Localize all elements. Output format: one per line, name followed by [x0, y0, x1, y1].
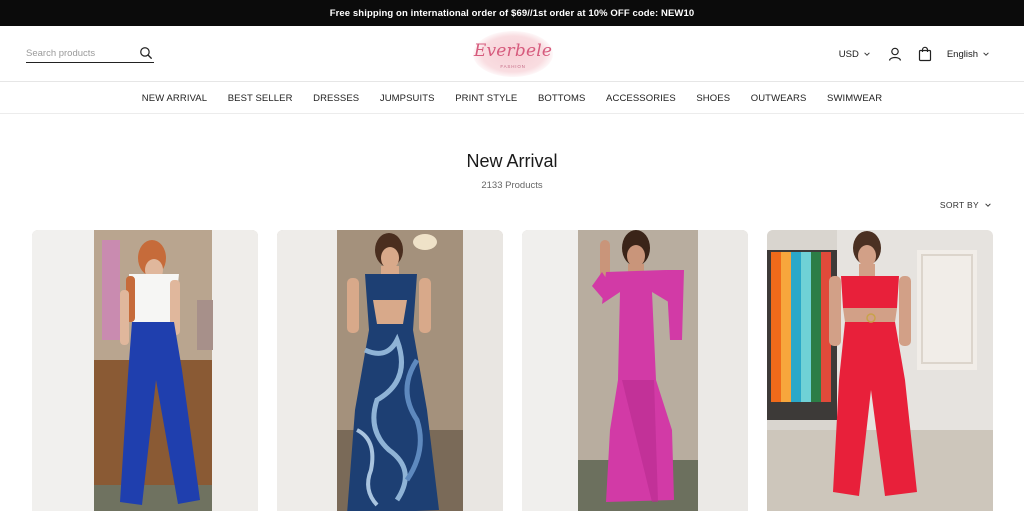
currency-label: USD [838, 48, 859, 60]
nav-item-accessories[interactable]: ACCESSORIES [606, 93, 676, 104]
product-card[interactable] [32, 230, 258, 511]
product-card[interactable] [522, 230, 748, 511]
bag-icon[interactable] [917, 46, 933, 62]
product-image[interactable] [32, 230, 258, 511]
chevron-down-icon [864, 52, 870, 56]
language-selector[interactable]: English [947, 49, 990, 60]
header-tools: USD English [839, 44, 990, 64]
search-icon[interactable] [139, 46, 153, 60]
product-image[interactable] [522, 230, 748, 511]
chevron-down-icon [985, 203, 991, 207]
logo[interactable]: Everbele FASHION [471, 29, 555, 79]
nav-item-best-seller[interactable]: BEST SELLER [228, 93, 293, 104]
main-nav: NEW ARRIVAL BEST SELLER DRESSES JUMPSUIT… [0, 83, 1024, 114]
language-label: English [946, 48, 978, 60]
nav-item-bottoms[interactable]: BOTTOMS [538, 93, 586, 104]
logo-subtitle: FASHION [500, 64, 526, 69]
sort-dropdown[interactable]: SORT BY [940, 200, 992, 210]
product-grid [32, 230, 993, 511]
nav-item-print-style[interactable]: PRINT STYLE [455, 93, 517, 104]
product-image[interactable] [767, 230, 993, 511]
product-count: 2133 Products [481, 180, 543, 191]
currency-selector[interactable]: USD [839, 49, 871, 60]
product-image[interactable] [277, 230, 503, 511]
product-card[interactable] [277, 230, 503, 511]
nav-item-dresses[interactable]: DRESSES [313, 93, 359, 104]
logo-wordmark: Everbele [473, 41, 553, 61]
nav-item-jumpsuits[interactable]: JUMPSUITS [380, 93, 435, 104]
chevron-down-icon [983, 52, 989, 56]
nav-item-outwears[interactable]: OUTWEARS [751, 93, 807, 104]
user-icon[interactable] [887, 46, 903, 62]
product-card[interactable] [767, 230, 993, 511]
search-box[interactable] [26, 45, 154, 63]
search-input[interactable] [26, 48, 134, 59]
nav-item-swimwear[interactable]: SWIMWEAR [827, 93, 882, 104]
sort-label: SORT BY [939, 200, 979, 210]
site-header: Everbele FASHION USD English [0, 26, 1024, 82]
nav-item-shoes[interactable]: SHOES [696, 93, 730, 104]
announcement-text: Free shipping on international order of … [329, 7, 695, 19]
nav-item-new-arrival[interactable]: NEW ARRIVAL [142, 93, 207, 104]
page-title: New Arrival [466, 151, 558, 171]
announcement-bar: Free shipping on international order of … [0, 0, 1024, 26]
